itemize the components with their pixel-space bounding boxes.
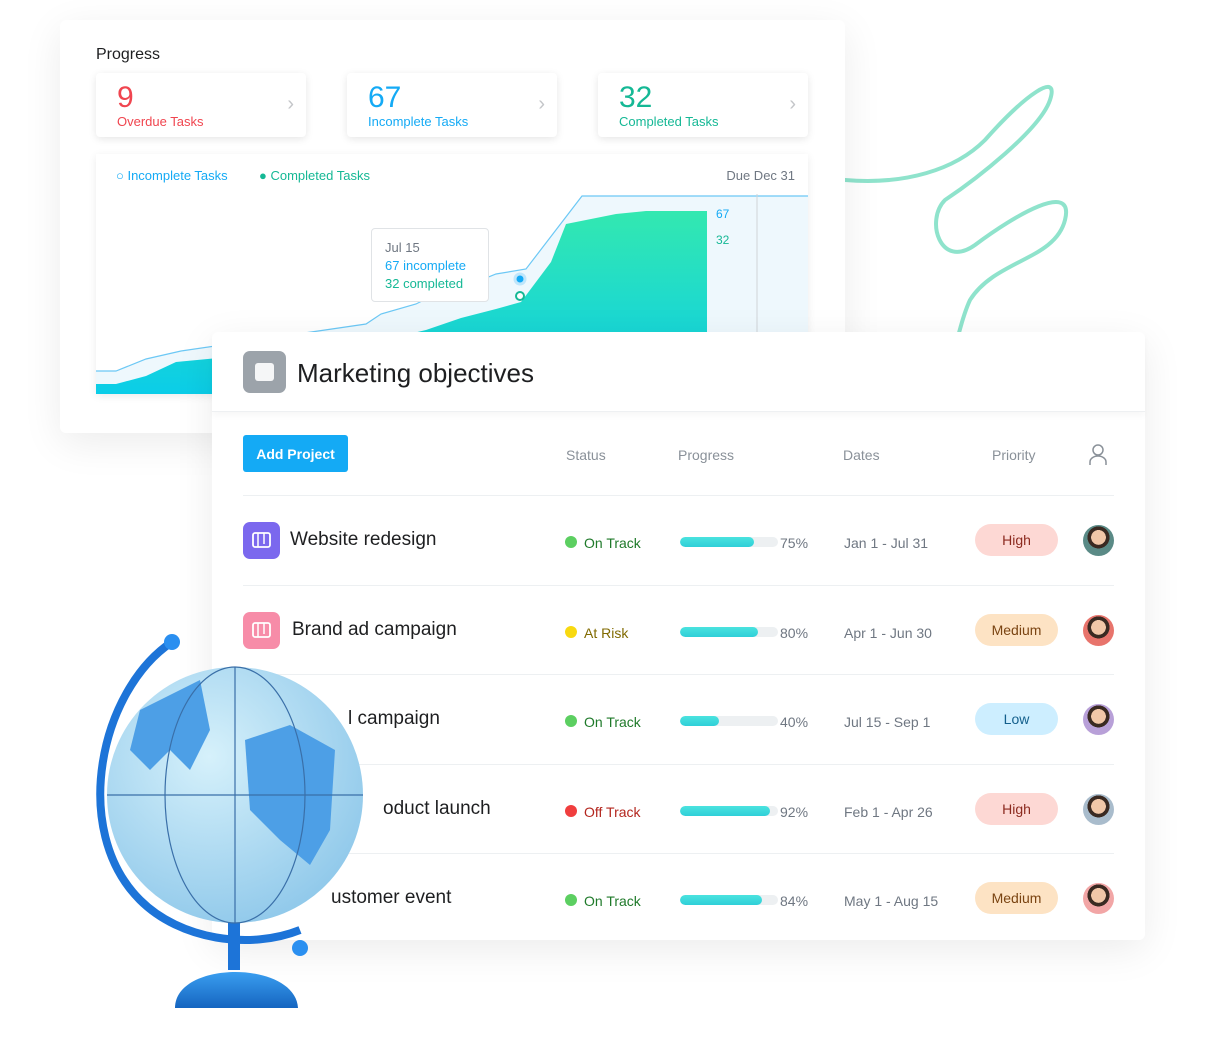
- date-range[interactable]: Jul 15 - Sep 1: [844, 714, 930, 730]
- priority-badge[interactable]: Medium: [975, 882, 1058, 914]
- progress-bar: [680, 805, 778, 816]
- project-name[interactable]: oduct launch: [383, 798, 491, 820]
- avatar[interactable]: [1083, 793, 1114, 825]
- status-dot-icon: [565, 536, 577, 548]
- stat-card-overdue-tasks[interactable]: 9 Overdue Tasks ›: [96, 73, 306, 137]
- priority-badge[interactable]: High: [975, 792, 1058, 825]
- chevron-right-icon: ›: [538, 93, 545, 115]
- avatar[interactable]: [1083, 525, 1114, 556]
- progress-bar: [680, 626, 778, 637]
- progress-bar: [680, 716, 778, 726]
- stat-card-incomplete-tasks[interactable]: 67 Incomplete Tasks ›: [347, 73, 557, 137]
- chevron-right-icon: ›: [287, 93, 294, 115]
- board-icon: [243, 522, 280, 559]
- assignee-column-icon[interactable]: [1088, 444, 1108, 466]
- date-range[interactable]: Apr 1 - Jun 30: [844, 625, 932, 641]
- stat-card-completed-tasks[interactable]: 32 Completed Tasks ›: [598, 73, 808, 137]
- date-range[interactable]: Feb 1 - Apr 26: [844, 804, 933, 820]
- column-status[interactable]: Status: [566, 447, 606, 463]
- status-label[interactable]: On Track: [584, 535, 641, 551]
- progress-bar: [680, 895, 778, 905]
- column-dates[interactable]: Dates: [843, 447, 880, 463]
- priority-badge[interactable]: Low: [975, 703, 1058, 735]
- progress-percent: 84%: [780, 893, 809, 909]
- status-label[interactable]: On Track: [584, 893, 641, 909]
- status-label[interactable]: Off Track: [584, 804, 641, 820]
- status-dot-icon: [565, 894, 577, 906]
- status-label[interactable]: At Risk: [584, 625, 628, 641]
- priority-badge[interactable]: High: [975, 524, 1058, 556]
- chart-icon: [243, 351, 286, 393]
- chevron-right-icon: ›: [789, 93, 796, 115]
- progress-title: Progress: [96, 46, 161, 63]
- end-completed: 32: [716, 233, 730, 247]
- date-range[interactable]: Jan 1 - Jul 31: [844, 535, 928, 551]
- date-range[interactable]: May 1 - Aug 15: [844, 893, 938, 909]
- progress-bar: [680, 537, 778, 547]
- status-label[interactable]: On Track: [584, 714, 641, 730]
- progress-percent: 75%: [780, 535, 809, 551]
- status-dot-icon: [565, 715, 577, 727]
- end-incomplete: 67: [716, 207, 730, 221]
- add-project-button[interactable]: Add Project: [243, 435, 348, 472]
- completed-marker: [515, 291, 525, 301]
- column-priority[interactable]: Priority: [992, 447, 1036, 463]
- progress-percent: 80%: [780, 624, 809, 641]
- status-dot-icon: [565, 625, 577, 638]
- avatar[interactable]: [1083, 614, 1114, 646]
- progress-percent: 92%: [780, 803, 809, 820]
- avatar[interactable]: [1083, 704, 1114, 735]
- column-progress[interactable]: Progress: [678, 447, 734, 463]
- priority-badge[interactable]: Medium: [975, 613, 1058, 646]
- project-name[interactable]: Website redesign: [290, 529, 436, 551]
- page-title: Marketing objectives: [297, 358, 534, 388]
- status-dot-icon: [565, 804, 577, 817]
- table-row[interactable]: Website redesign On Track 75% Jan 1 - Ju…: [243, 495, 1114, 584]
- incomplete-marker: [513, 272, 527, 286]
- avatar[interactable]: [1083, 883, 1114, 914]
- globe-illustration: [96, 634, 363, 1008]
- chart-tooltip: Jul 15 67 incomplete 32 completed: [371, 228, 489, 302]
- progress-percent: 40%: [780, 714, 809, 730]
- decorative-squiggle: [845, 85, 1069, 340]
